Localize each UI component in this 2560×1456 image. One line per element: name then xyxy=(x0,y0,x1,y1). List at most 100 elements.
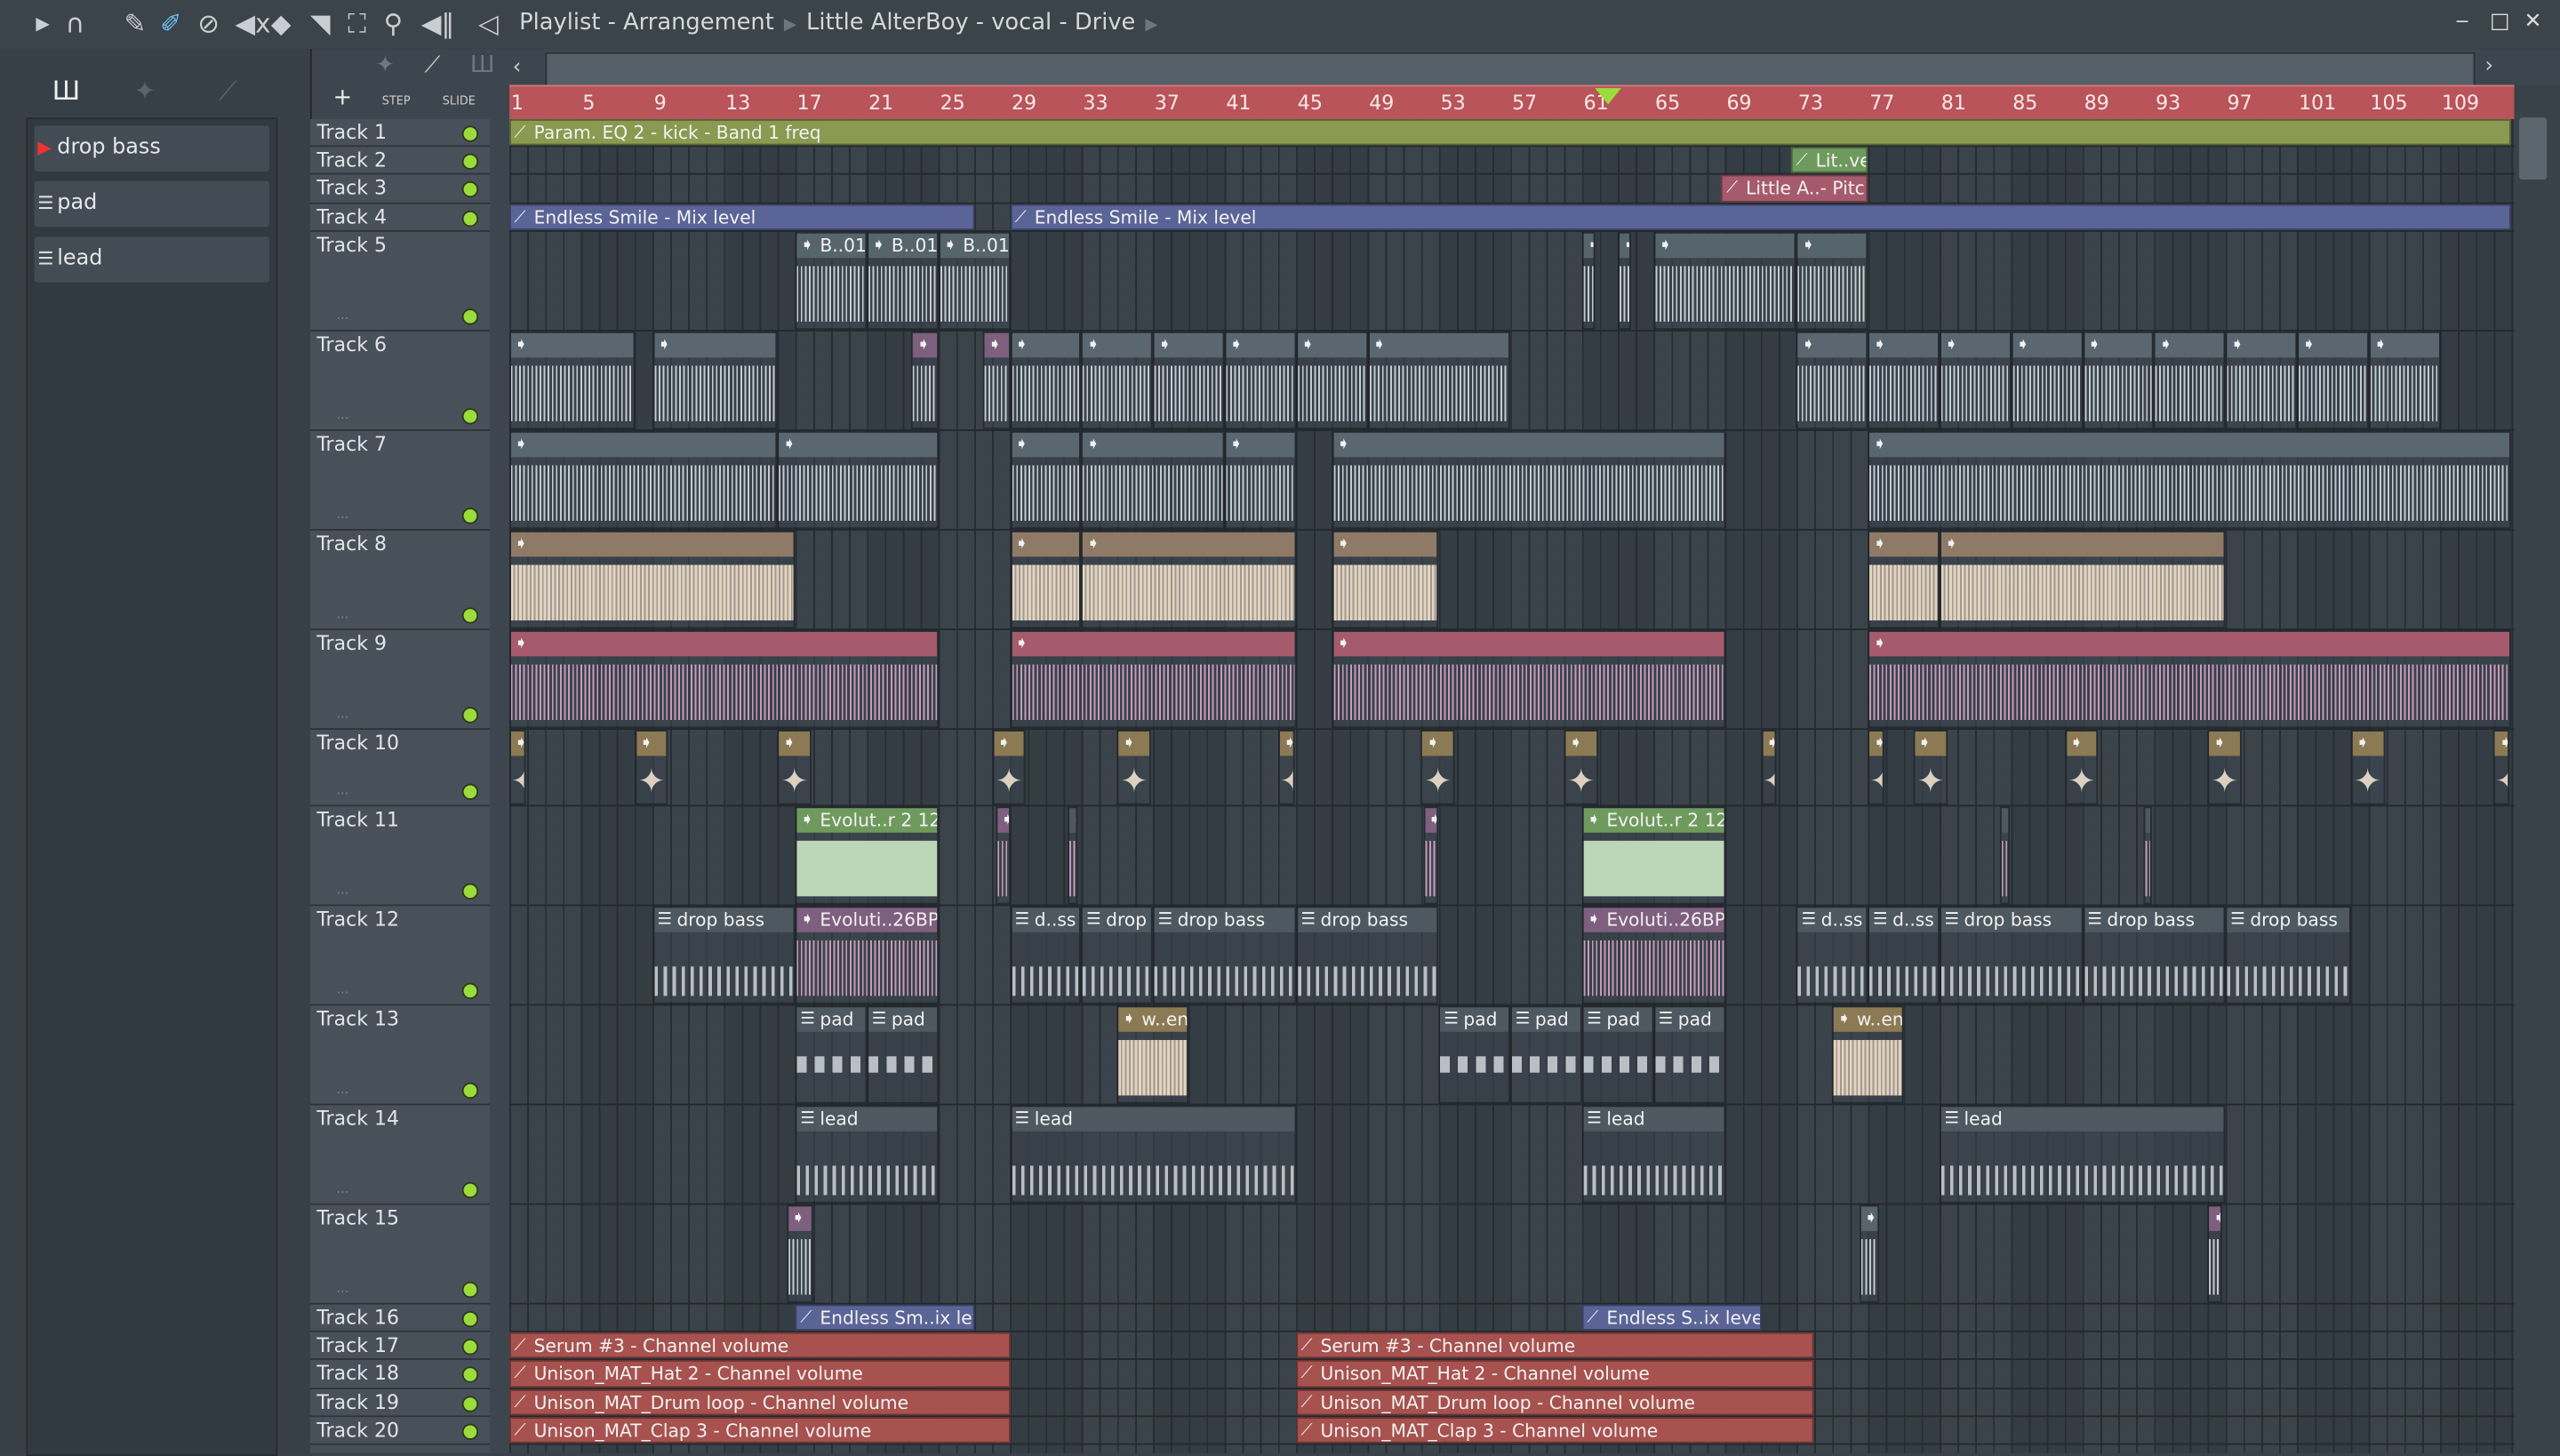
audio-clip[interactable]: ➧ xyxy=(1224,331,1296,430)
track-grip-icon[interactable]: ··· xyxy=(336,611,348,626)
audio-clip[interactable]: ➧ B..01 xyxy=(867,231,939,331)
audio-clip[interactable]: ➧ xyxy=(1796,231,1868,331)
track-grip-icon[interactable]: ··· xyxy=(336,412,348,427)
clip-header[interactable]: ⟋ Unison_MAT_Clap 3 - Channel volume xyxy=(1298,1419,1813,1442)
track-mute-led[interactable] xyxy=(461,180,479,198)
zoom-icon[interactable]: ⚲ xyxy=(384,9,404,39)
pattern-clip[interactable]: ☰ drop bass xyxy=(1153,906,1296,1004)
track-header[interactable]: Track 19 xyxy=(309,1389,491,1418)
audio-clip[interactable]: ➧ xyxy=(2000,806,2010,905)
pattern-clip[interactable]: ☰ d..ss xyxy=(1796,906,1868,1004)
clip-header[interactable]: ⟋ Little A..- Pitch xyxy=(1723,176,1867,201)
track-header[interactable]: Track 4 xyxy=(309,204,491,232)
track-header[interactable]: Track 5 ··· xyxy=(309,231,491,332)
clip-header[interactable]: ➧ xyxy=(1869,631,2510,657)
clip-header[interactable]: ➧ xyxy=(510,532,794,557)
audio-clip[interactable]: ➧ xyxy=(1081,331,1154,430)
channel-item-drop-bass[interactable]: ▶ drop bass xyxy=(34,125,270,172)
speaker-icon[interactable]: ◁ xyxy=(478,9,499,39)
play-arrow-icon[interactable]: ▶ xyxy=(36,10,50,39)
chevron-right-icon[interactable]: ▶ xyxy=(1145,16,1157,34)
track-header[interactable]: Track 11 ··· xyxy=(309,806,491,907)
pattern-clip[interactable]: ➧✦ xyxy=(1868,730,1884,805)
clip-header[interactable]: ➧ xyxy=(1869,332,1939,358)
audio-clip[interactable]: ➧ xyxy=(777,430,939,530)
clip-header[interactable]: ☰ drop bass xyxy=(2227,908,2349,932)
audio-clip[interactable]: ➧ xyxy=(1868,430,2512,530)
clip-header[interactable]: ➧ xyxy=(1655,233,1796,259)
clip-header[interactable]: ➧ xyxy=(1226,432,1295,458)
channel-item-lead[interactable]: ☰ lead xyxy=(34,236,270,283)
track-mute-led[interactable] xyxy=(461,982,479,1000)
clip-header[interactable]: ⟋ Endless Sm..ix level xyxy=(797,1306,972,1329)
clip-header[interactable]: ☰ lead xyxy=(796,1107,937,1132)
clip-header[interactable]: ➧ xyxy=(2209,1206,2220,1231)
pattern-clip[interactable]: ➧✦ xyxy=(2207,730,2242,805)
track-mute-led[interactable] xyxy=(461,883,479,900)
track-grip-icon[interactable]: ··· xyxy=(336,710,348,725)
audio-clip[interactable]: ➧ xyxy=(1581,231,1595,331)
automation-icon[interactable]: ⟋ xyxy=(425,52,441,78)
title-pattern[interactable]: Little AlterBoy - vocal - Drive xyxy=(806,10,1135,36)
clip-header[interactable]: ➧ xyxy=(2012,332,2082,358)
clip-header[interactable]: ⟋ Endless Smile - Mix level xyxy=(511,205,972,228)
clip-header[interactable]: ☰ drop bass xyxy=(1940,908,2082,932)
clip-header[interactable]: ☰ lead xyxy=(1583,1107,1724,1132)
clip-header[interactable]: ➧ xyxy=(1940,532,2224,557)
track-header[interactable]: Track 15 ··· xyxy=(309,1204,491,1305)
clip-header[interactable]: ➧ B..01 xyxy=(940,233,1008,259)
clip-header[interactable]: ➧ xyxy=(510,631,937,657)
track-mute-led[interactable] xyxy=(461,1082,479,1100)
clip-header[interactable]: ➧ xyxy=(1068,808,1076,833)
clip-header[interactable]: ➧ xyxy=(510,332,633,358)
track-mute-led[interactable] xyxy=(461,1423,479,1440)
automation-clip[interactable]: ⟋ Param. EQ 2 - kick - Band 1 freq xyxy=(509,119,2512,146)
track-mute-led[interactable] xyxy=(461,707,479,724)
clip-header[interactable]: ➧ xyxy=(1619,233,1629,259)
track-mute-led[interactable] xyxy=(461,508,479,524)
audio-clip[interactable]: ➧ xyxy=(1868,331,1940,430)
clip-header[interactable]: ➧ xyxy=(1226,332,1295,358)
add-track-button[interactable]: + xyxy=(333,85,353,111)
clip-header[interactable]: ➧ xyxy=(1869,731,1883,756)
audio-clip[interactable]: ➧ xyxy=(652,331,778,430)
pattern-clip[interactable]: ☰ pad xyxy=(1510,1005,1582,1104)
select-icon[interactable]: ⛶ xyxy=(348,9,366,39)
track-header[interactable]: Track 7 ··· xyxy=(309,430,491,531)
track-header[interactable]: Track 1 xyxy=(309,119,491,148)
clip-header[interactable]: ☰ pad xyxy=(1655,1007,1724,1032)
audio-clip[interactable]: ➧ xyxy=(1796,331,1868,430)
pattern-clip[interactable]: ➧✦ xyxy=(1564,730,1598,805)
clip-header[interactable]: ➧ xyxy=(2002,808,2008,833)
clip-header[interactable]: ➧ xyxy=(984,332,1009,358)
track-header[interactable]: Track 8 ··· xyxy=(309,530,491,630)
track-header[interactable]: Track 9 ··· xyxy=(309,629,491,731)
clip-header[interactable]: ➧ w..en xyxy=(1118,1007,1187,1032)
audio-clip[interactable]: ➧ w..en xyxy=(1116,1005,1189,1104)
pattern-clip[interactable]: ➧✦ xyxy=(1277,730,1294,805)
track-header[interactable]: Track 3 xyxy=(309,174,491,204)
clip-header[interactable]: ☰ pad xyxy=(796,1007,866,1032)
clip-header[interactable]: ➧ xyxy=(913,332,937,358)
arrangement-grid[interactable]: ⟋ Param. EQ 2 - kick - Band 1 freq ⟋ Lit..v… xyxy=(509,119,2515,1453)
track-header[interactable]: Track 6 ··· xyxy=(309,331,491,431)
clip-header[interactable]: ➧ xyxy=(2066,731,2098,756)
audio-clip[interactable]: ➧ xyxy=(2143,806,2153,905)
maximize-button[interactable]: □ xyxy=(2490,10,2510,35)
pattern-clip[interactable]: ➧✦ xyxy=(1116,730,1152,805)
audio-clip[interactable]: ➧ xyxy=(1010,530,1082,629)
clip-header[interactable]: ☰ d..ss xyxy=(1797,908,1867,932)
clip-header[interactable]: ➧ xyxy=(1762,731,1776,756)
track-header[interactable]: Track 14 ··· xyxy=(309,1105,491,1205)
audio-clip[interactable]: ➧ xyxy=(1653,231,1797,331)
mute-icon[interactable]: ◀x xyxy=(235,9,270,39)
clip-header[interactable]: ➧ xyxy=(2495,731,2508,756)
audio-clip[interactable]: ➧ xyxy=(509,530,796,629)
pattern-clip[interactable]: ☰ drop bass xyxy=(2225,906,2351,1004)
clip-header[interactable]: ➧ xyxy=(1083,332,1152,358)
paint-brush-icon[interactable]: ✐ xyxy=(160,9,182,39)
clip-header[interactable]: ➧ xyxy=(1369,332,1509,358)
pattern-clip[interactable]: ➧✦ xyxy=(1912,730,1949,805)
clip-header[interactable]: ➧ xyxy=(1914,731,1948,756)
audio-clip[interactable]: ➧ Evolut..r 2 126 xyxy=(1581,806,1725,905)
